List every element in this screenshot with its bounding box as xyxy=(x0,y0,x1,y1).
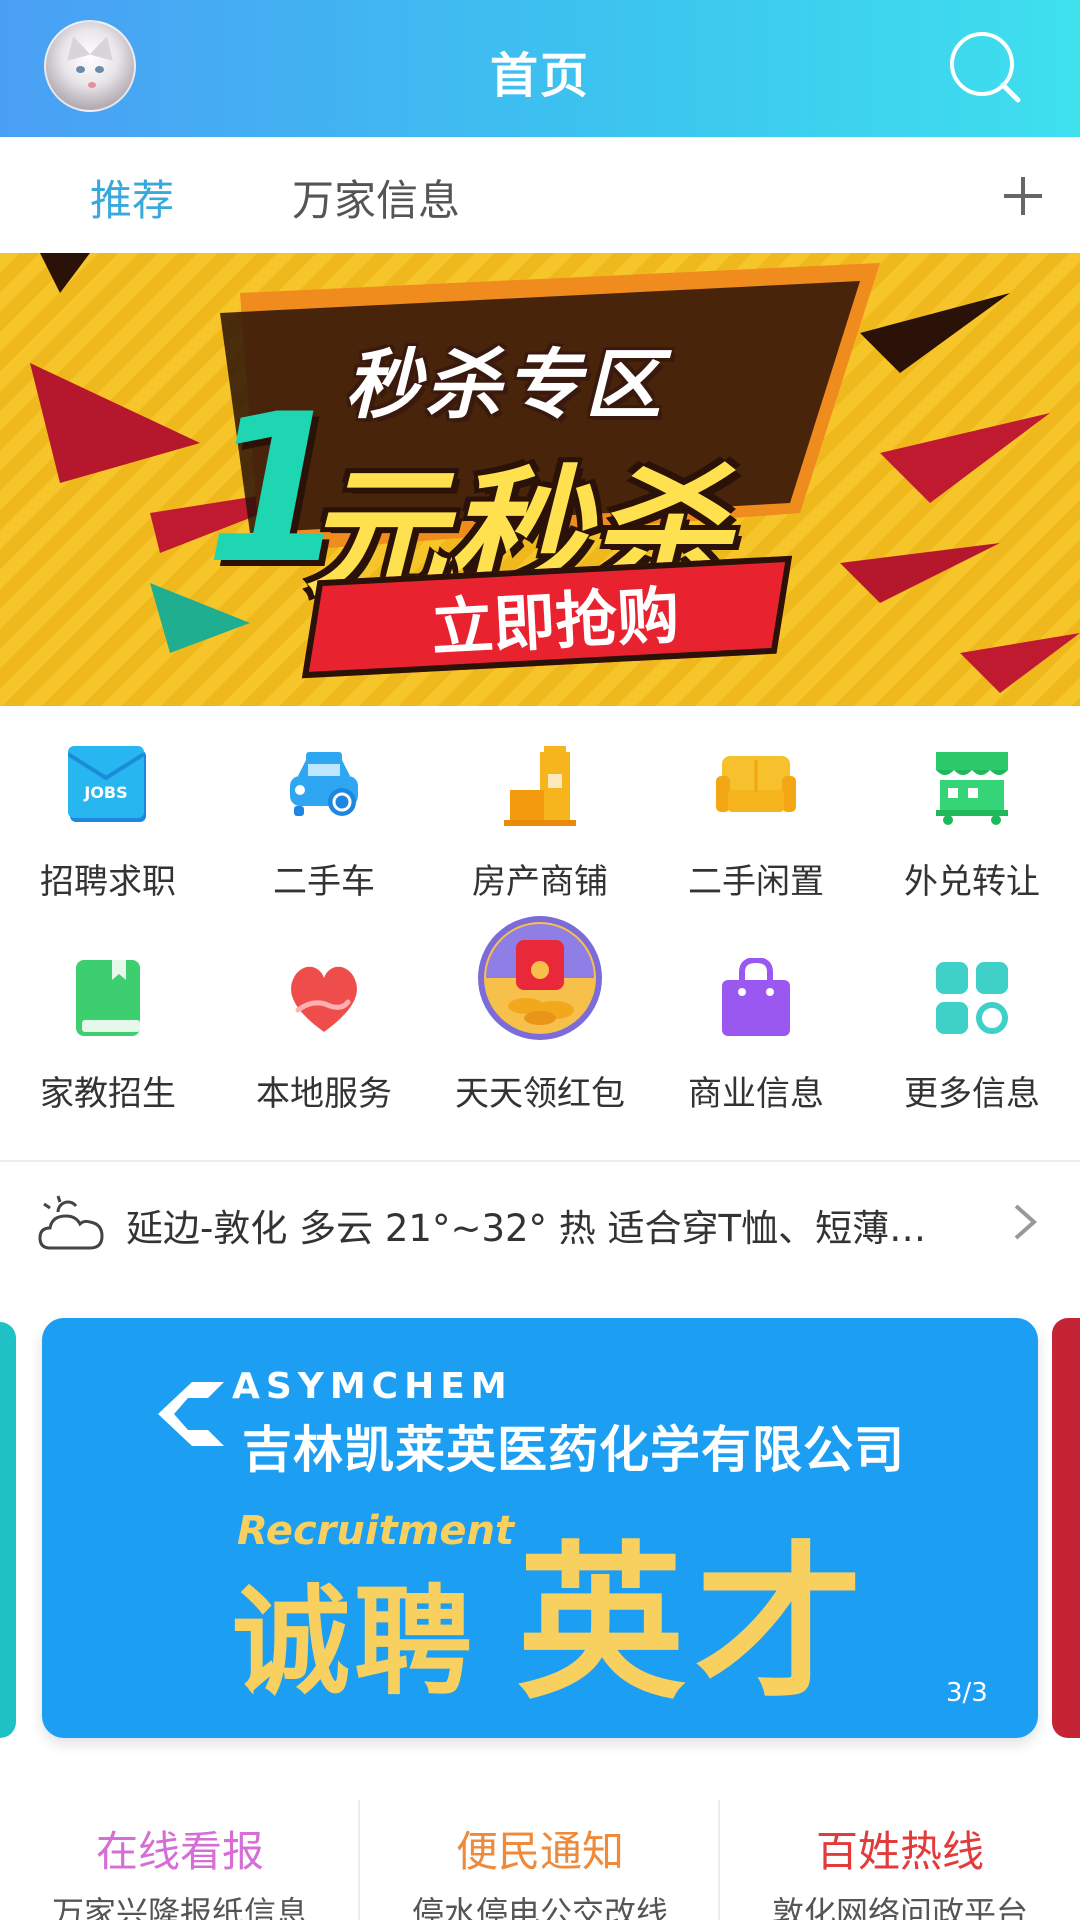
category-label: 房产商铺 xyxy=(472,862,608,902)
promo-banner[interactable]: 秒杀专区 1 元秒杀 立即抢购 xyxy=(0,253,1080,706)
weather-text: 延边-敦化 多云 21°~32° 热 适合穿T恤、短薄… xyxy=(126,1207,927,1250)
tab-recommend[interactable]: 推荐 xyxy=(90,167,174,228)
quick-entries: 在线看报 万家兴隆报纸信息 便民通知 停水停电公交改线 百姓热线 敦化网络问政平… xyxy=(0,1792,1080,1920)
red-envelope-icon xyxy=(478,916,602,1040)
book-icon xyxy=(76,960,140,1036)
ad-company-name: 吉林凯莱英医药化学有限公司 xyxy=(242,1421,905,1479)
category-real-estate[interactable]: 房产商铺 xyxy=(432,706,648,918)
entry-subtitle: 敦化网络问政平台 xyxy=(771,1894,1028,1920)
ad-carousel-card[interactable]: ASYMCHEM 吉林凯莱英医药化学有限公司 Recruitment 诚聘 英才… xyxy=(42,1318,1038,1738)
category-label: 二手闲置 xyxy=(688,862,824,902)
category-used-car[interactable]: 二手车 xyxy=(216,706,432,918)
jobs-envelope-icon: JOBS xyxy=(68,746,146,822)
banner-headline: 秒杀专区 xyxy=(345,340,665,429)
page-title: 首页 xyxy=(489,48,590,104)
cloudy-sun-icon xyxy=(38,1195,104,1250)
category-business[interactable]: 商业信息 xyxy=(648,918,864,1130)
asymchem-logo-icon xyxy=(158,1382,224,1446)
top-bar: 首页 xyxy=(0,0,1080,137)
entry-title: 百姓热线 xyxy=(815,1827,984,1876)
add-tab-icon[interactable] xyxy=(1000,173,1046,219)
svg-text:JOBS: JOBS xyxy=(83,783,127,802)
category-jobs[interactable]: JOBS 招聘求职 xyxy=(0,706,216,918)
category-label: 家教招生 xyxy=(40,1074,176,1114)
category-transfer[interactable]: 外兑转让 xyxy=(864,706,1080,918)
ad-slogan-part-b: 英才 xyxy=(517,1526,873,1722)
tab-bar: 推荐 万家信息 xyxy=(0,137,1080,253)
car-icon xyxy=(290,752,358,816)
category-second-hand[interactable]: 二手闲置 xyxy=(648,706,864,918)
category-label: 更多信息 xyxy=(904,1074,1040,1114)
ad-carousel-prev-peek[interactable] xyxy=(0,1322,16,1738)
ad-brand: ASYMCHEM xyxy=(232,1366,513,1407)
category-local-service[interactable]: 本地服务 xyxy=(216,918,432,1130)
storefront-icon xyxy=(936,752,1008,825)
heart-hand-icon xyxy=(291,966,357,1032)
entry-subtitle: 万家兴隆报纸信息 xyxy=(51,1894,308,1920)
ad-page-indicator: 3/3 xyxy=(946,1678,988,1708)
category-label: 商业信息 xyxy=(688,1074,824,1114)
entry-title: 在线看报 xyxy=(95,1827,264,1876)
entry-title: 便民通知 xyxy=(455,1827,624,1876)
entry-public-notice[interactable]: 便民通知 停水停电公交改线 xyxy=(360,1792,720,1920)
category-tutoring[interactable]: 家教招生 xyxy=(0,918,216,1130)
category-label: 招聘求职 xyxy=(40,862,176,902)
entry-citizen-hotline[interactable]: 百姓热线 敦化网络问政平台 xyxy=(720,1792,1080,1920)
category-more[interactable]: 更多信息 xyxy=(864,918,1080,1130)
weather-bar[interactable]: 延边-敦化 多云 21°~32° 热 适合穿T恤、短薄… xyxy=(0,1160,1080,1280)
building-icon xyxy=(504,746,576,826)
category-label: 天天领红包 xyxy=(455,1074,625,1114)
more-grid-icon xyxy=(936,962,1008,1034)
chevron-right-icon[interactable] xyxy=(1012,1202,1038,1242)
ad-carousel-next-peek[interactable] xyxy=(1052,1318,1080,1738)
category-label: 外兑转让 xyxy=(904,862,1040,902)
entry-online-newspaper[interactable]: 在线看报 万家兴隆报纸信息 xyxy=(0,1792,360,1920)
entry-subtitle: 停水停电公交改线 xyxy=(411,1894,668,1920)
ad-slogan-part-a: 诚聘 xyxy=(232,1573,477,1711)
category-grid: JOBS 招聘求职 二手车 房产商铺 二手闲置 外兑转让 家教招生 本地服务 天… xyxy=(0,706,1080,1160)
category-label: 本地服务 xyxy=(256,1074,392,1114)
search-icon[interactable] xyxy=(948,30,1024,106)
category-label: 二手车 xyxy=(273,862,375,902)
category-red-packet[interactable]: 天天领红包 xyxy=(432,916,648,1130)
tab-wanjia-info[interactable]: 万家信息 xyxy=(292,167,460,228)
sofa-icon xyxy=(716,756,796,812)
shopping-bag-icon xyxy=(722,958,790,1036)
